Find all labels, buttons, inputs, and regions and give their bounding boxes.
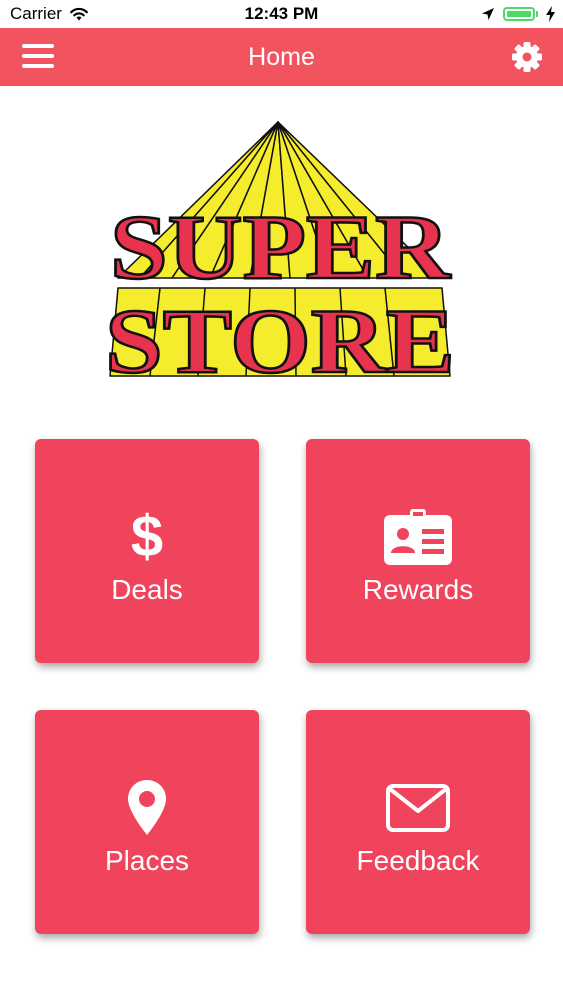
status-right xyxy=(481,6,563,22)
logo-line-store: STORE xyxy=(105,290,455,383)
wifi-icon xyxy=(70,7,88,21)
rewards-button[interactable]: Rewards xyxy=(306,439,530,663)
battery-icon xyxy=(503,7,538,21)
hamburger-menu-icon xyxy=(22,44,54,68)
dollar-icon: $ xyxy=(130,504,164,569)
nav-bar: Home xyxy=(0,28,563,86)
super-store-logo: SUPER STORE xyxy=(100,118,463,393)
feedback-label: Feedback xyxy=(356,845,480,876)
carrier-label: Carrier xyxy=(10,4,62,23)
rewards-label: Rewards xyxy=(362,574,474,605)
settings-button[interactable] xyxy=(511,41,543,73)
deals-button[interactable]: $ Deals xyxy=(35,439,259,663)
status-left: Carrier xyxy=(0,4,90,24)
location-arrow-icon xyxy=(482,8,494,20)
menu-button[interactable] xyxy=(22,41,54,73)
envelope-icon xyxy=(386,784,450,832)
page-title: Home xyxy=(248,42,315,71)
charging-icon xyxy=(546,6,555,22)
deals-label: Deals xyxy=(111,574,183,605)
gear-icon xyxy=(512,42,542,72)
feedback-button[interactable]: Feedback xyxy=(306,710,530,934)
places-button[interactable]: Places xyxy=(35,710,259,934)
logo-line-super: SUPER xyxy=(110,196,452,298)
status-bar: Carrier 12:43 PM xyxy=(0,0,563,28)
places-label: Places xyxy=(104,845,190,876)
map-pin-icon xyxy=(128,780,166,835)
id-card-icon xyxy=(384,509,452,565)
